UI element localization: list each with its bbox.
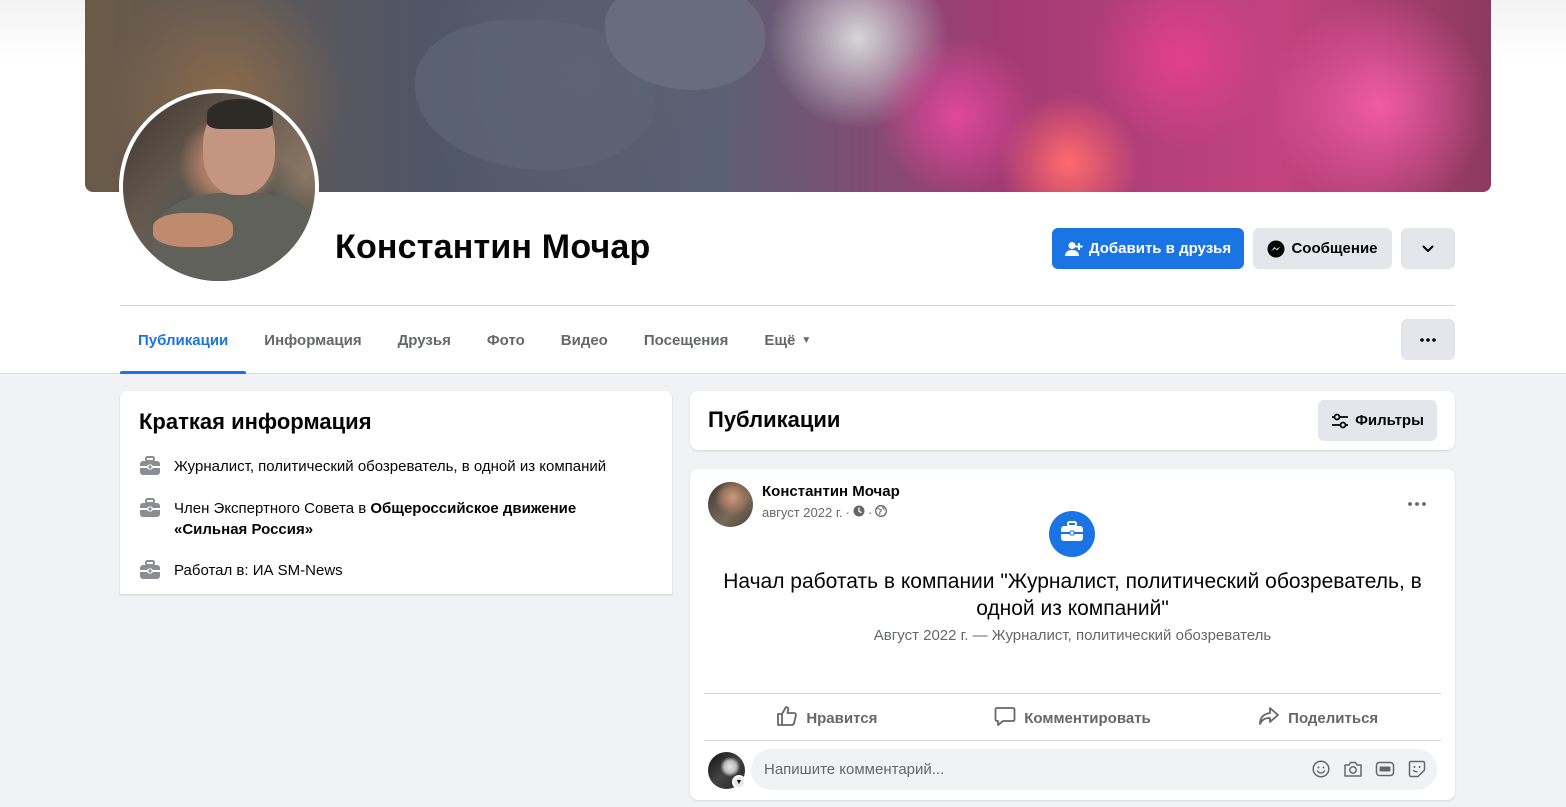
post-meta: август 2022 г. · · [762,505,888,520]
like-label: Нравится [806,709,878,727]
comment-placeholder: Напишите комментарий... [764,761,945,778]
profile-tabs: Публикации Информация Друзья Фото Видео … [120,306,829,374]
briefcase-icon [138,454,162,478]
comment-tools [1311,759,1427,779]
thumbs-up-icon [776,705,798,731]
post-author-avatar[interactable] [708,482,753,527]
share-button[interactable]: Поделиться [1195,696,1441,740]
add-friend-label: Добавить в друзья [1088,240,1232,257]
profile-header: Константин Мочар Добавить в друзья Сообщ… [0,0,1566,374]
profile-menu-button[interactable] [1401,319,1455,360]
profile-avatar[interactable] [119,89,319,285]
posts-header-card: Публикации Фильтры [690,391,1455,450]
filter-sliders-icon [1331,413,1349,429]
message-label: Сообщение [1291,240,1378,257]
tab-posts[interactable]: Публикации [120,306,247,374]
gif-icon[interactable] [1375,759,1395,779]
meta-separator: · [845,505,850,520]
chevron-down-icon [1422,245,1434,253]
filters-button[interactable]: Фильтры [1318,400,1437,441]
globe-icon[interactable] [875,505,888,520]
camera-icon[interactable] [1343,759,1363,779]
tab-checkins[interactable]: Посещения [626,306,746,374]
post-options-button[interactable] [1395,489,1439,515]
emoji-icon[interactable] [1311,759,1331,779]
add-friend-button[interactable]: Добавить в друзья [1052,228,1244,269]
post-divider [704,693,1441,694]
chevron-down-icon[interactable]: ▼ [732,775,746,789]
more-actions-button[interactable] [1401,228,1455,269]
tab-videos[interactable]: Видео [543,306,626,374]
add-friend-icon [1064,241,1083,257]
briefcase-icon [138,558,162,582]
briefcase-icon [138,496,162,520]
caret-down-icon: ▼ [801,334,812,346]
comment-label: Комментировать [1024,709,1151,727]
message-button[interactable]: Сообщение [1253,228,1392,269]
tab-more[interactable]: Ещё ▼ [746,306,829,374]
sticker-icon[interactable] [1407,759,1427,779]
post-date[interactable]: август 2022 г. [762,505,843,520]
meta-separator: · [867,505,873,520]
intro-item-text: Журналист, политический обозреватель, в … [174,458,607,475]
briefcase-icon [1060,520,1084,548]
intro-item: Журналист, политический обозреватель, в … [138,456,648,478]
tab-friends[interactable]: Друзья [380,306,469,374]
more-dots-icon [1420,337,1436,342]
tab-photos[interactable]: Фото [469,306,543,374]
posts-title: Публикации [708,407,841,432]
share-arrow-icon [1258,705,1280,731]
intro-item: Член Экспертного Совета в Общероссийское… [138,498,648,540]
comment-bubble-icon [994,705,1016,731]
intro-item-text: Член Экспертного Совета в Общероссийское… [174,500,577,538]
like-button[interactable]: Нравится [704,696,950,740]
post-card: Константин Мочар август 2022 г. · · Нача… [690,469,1455,800]
share-label: Поделиться [1288,709,1379,727]
post-author-name[interactable]: Константин Мочар [762,483,900,500]
profile-name: Константин Мочар [335,228,651,266]
more-dots-icon [1408,493,1426,511]
clock-icon [853,505,865,520]
post-divider [704,740,1441,741]
intro-card: Краткая информация Журналист, политическ… [120,391,672,594]
tab-about[interactable]: Информация [246,306,379,374]
intro-item-text: Работал в: ИА SM-News [174,562,343,579]
comment-button[interactable]: Комментировать [950,696,1196,740]
intro-title: Краткая информация [139,409,372,434]
life-event-title: Начал работать в компании "Журналист, по… [723,570,1422,620]
life-event-subtitle: Август 2022 г. — Журналист, политический… [873,627,1272,644]
post-actions: Нравится Комментировать Поделиться [704,696,1441,740]
filters-label: Фильтры [1355,412,1424,429]
messenger-icon [1267,240,1285,258]
comment-input[interactable]: Напишите комментарий... [751,749,1437,790]
life-event-badge [1049,511,1095,557]
intro-item: Работал в: ИА SM-News [138,560,648,582]
